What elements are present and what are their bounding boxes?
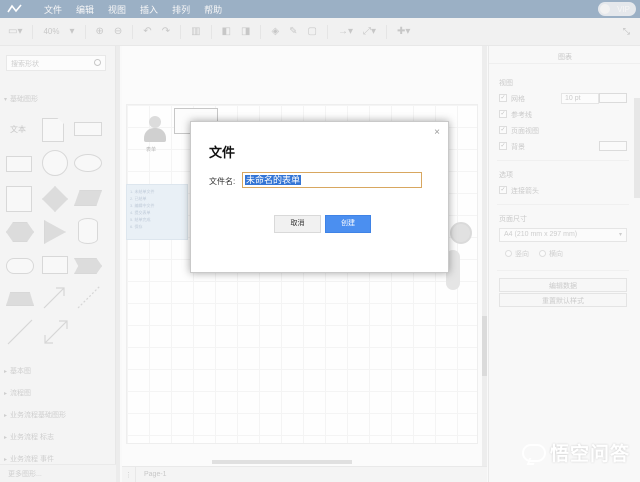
filename-value: 未命名的表单 [245,175,302,185]
filename-input[interactable]: 未命名的表单 [242,172,422,188]
dialog-title: 文件 [209,145,236,160]
file-dialog: × 文件 文件名: 未命名的表单 取消 创建 [190,121,449,273]
cancel-button[interactable]: 取消 [274,215,321,233]
close-icon[interactable]: × [434,127,440,138]
filename-label: 文件名: [209,177,236,186]
create-button[interactable]: 创建 [325,215,371,233]
